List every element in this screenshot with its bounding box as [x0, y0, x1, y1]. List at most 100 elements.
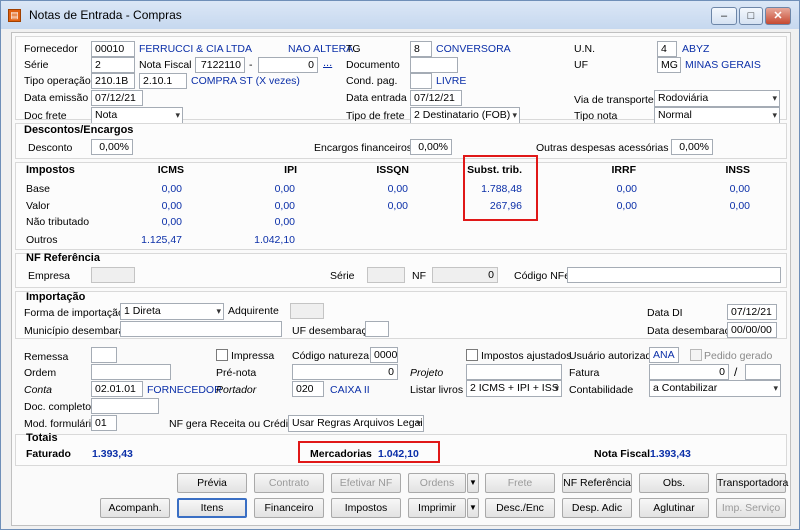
contabilidade-select[interactable]: a Contabilizar ▾: [649, 380, 781, 397]
efetivar-nf-button[interactable]: Efetivar NF: [331, 473, 401, 493]
nf-ref-serie-field[interactable]: [367, 267, 405, 283]
un-code-field[interactable]: 4: [657, 41, 677, 57]
valor-issqn: 0,00: [387, 200, 408, 212]
nf-referencia-button[interactable]: NF Referência: [562, 473, 632, 493]
row-label-valor: Valor: [26, 200, 50, 212]
contrato-button[interactable]: Contrato: [254, 473, 324, 493]
previa-button[interactable]: Prévia: [177, 473, 247, 493]
nf-ref-nf-field[interactable]: 0: [432, 267, 498, 283]
data-di-field[interactable]: 07/12/21: [727, 304, 777, 320]
codigo-natureza-field[interactable]: 0000: [370, 347, 398, 363]
contabilidade-value: a Contabilizar: [653, 382, 718, 394]
nf-referencia-title: NF Referência: [26, 252, 100, 264]
desp-adic-button[interactable]: Desp. Adic: [562, 498, 632, 518]
codigo-nfe-field[interactable]: [567, 267, 781, 283]
pre-nota-field[interactable]: 0: [292, 364, 398, 380]
impressa-checkbox[interactable]: [216, 349, 228, 361]
imprimir-button[interactable]: Imprimir: [408, 498, 466, 518]
portador-field[interactable]: 020: [292, 381, 324, 397]
nf-gera-select[interactable]: Usar Regras Arquivos Legais ▾: [288, 415, 424, 432]
impostos-button[interactable]: Impostos: [331, 498, 401, 518]
ordem-field[interactable]: [91, 364, 171, 380]
frete-button[interactable]: Frete: [485, 473, 555, 493]
documento-field[interactable]: [410, 57, 458, 73]
ordens-button[interactable]: Ordens: [408, 473, 466, 493]
window-title: Notas de Entrada - Compras: [29, 8, 182, 22]
projeto-field[interactable]: [466, 364, 562, 380]
imprimir-dropdown-button[interactable]: ▼: [467, 498, 479, 518]
desconto-field[interactable]: 0,00%: [91, 139, 133, 155]
outras-despesas-field[interactable]: 0,00%: [671, 139, 713, 155]
col-ipi: IPI: [284, 164, 297, 176]
mod-formulario-label: Mod. formulário: [24, 418, 97, 430]
tipo-operacao-field-1[interactable]: 210.1B: [91, 73, 135, 89]
codigo-nfe-label: Código NFe: [514, 270, 571, 282]
data-emissao-field[interactable]: 07/12/21: [91, 90, 143, 106]
uf-desembaraco-field[interactable]: [365, 321, 389, 337]
tg-code-field[interactable]: 8: [410, 41, 432, 57]
encargos-field[interactable]: 0,00%: [410, 139, 452, 155]
imp-servico-button[interactable]: Imp. Serviço: [716, 498, 786, 518]
chevron-down-icon: ▾: [416, 418, 421, 428]
pedido-gerado-checkbox[interactable]: [690, 349, 702, 361]
listar-livros-select[interactable]: 2 ICMS + IPI + ISS ▾: [466, 380, 562, 397]
itens-button[interactable]: Itens: [177, 498, 247, 518]
tipo-operacao-field-2[interactable]: 2.10.1: [139, 73, 187, 89]
forma-importacao-select[interactable]: 1 Direta ▾: [120, 303, 224, 320]
conta-field[interactable]: 02.01.01: [91, 381, 143, 397]
pedido-gerado-label: Pedido gerado: [704, 350, 773, 362]
adquirente-field[interactable]: [290, 303, 324, 319]
aglutinar-button[interactable]: Aglutinar: [639, 498, 709, 518]
fatura-separator: /: [734, 365, 738, 379]
ordens-dropdown-button[interactable]: ▼: [467, 473, 479, 493]
col-inss: INSS: [725, 164, 750, 176]
valor-icms: 0,00: [161, 200, 182, 212]
nota-fiscal-field[interactable]: 7122110: [195, 57, 245, 73]
title-bar[interactable]: ▤ Notas de Entrada - Compras – □ ✕: [1, 1, 799, 29]
financeiro-button[interactable]: Financeiro: [254, 498, 324, 518]
acompanhamento-button[interactable]: Acompanh.: [100, 498, 170, 518]
tipo-frete-value: 2 Destinatario (FOB): [414, 109, 511, 121]
tipo-operacao-label: Tipo operação: [24, 75, 91, 87]
nota-lookup-link[interactable]: ...: [323, 57, 332, 69]
empresa-field[interactable]: [91, 267, 135, 283]
maximize-button[interactable]: □: [739, 7, 763, 25]
data-desembaraco-field[interactable]: 00/00/00: [727, 322, 777, 338]
documento-label: Documento: [346, 59, 400, 71]
projeto-label: Projeto: [410, 367, 444, 379]
via-transporte-select[interactable]: Rodoviária ▾: [654, 90, 780, 107]
data-entrada-field[interactable]: 07/12/21: [410, 90, 462, 106]
nota-suffix-field[interactable]: 0: [258, 57, 318, 73]
minimize-button[interactable]: –: [711, 7, 737, 25]
serie-field[interactable]: 2: [91, 57, 135, 73]
codigo-natureza-label: Código natureza: [292, 350, 370, 362]
mod-formulario-field[interactable]: 01: [91, 415, 117, 431]
desc-enc-button[interactable]: Desc./Enc: [485, 498, 555, 518]
municipio-field[interactable]: [120, 321, 282, 337]
transportadora-button[interactable]: Transportadora: [716, 473, 788, 493]
close-button[interactable]: ✕: [765, 7, 791, 25]
doc-frete-label: Doc frete: [24, 110, 67, 122]
fatura-field-2[interactable]: [745, 364, 781, 380]
tipo-nota-select[interactable]: Normal ▾: [654, 107, 780, 124]
remessa-label: Remessa: [24, 351, 69, 363]
obs-button[interactable]: Obs.: [639, 473, 709, 493]
tipo-frete-select[interactable]: 2 Destinatario (FOB) ▾: [410, 107, 520, 124]
pre-nota-label: Pré-nota: [216, 367, 257, 379]
nota-fiscal-total-label: Nota Fiscal: [594, 448, 651, 460]
doc-frete-select[interactable]: Nota ▾: [91, 107, 183, 124]
cond-pag-field[interactable]: [410, 73, 432, 89]
uf-code-field[interactable]: MG: [657, 57, 681, 73]
faturado-label: Faturado: [26, 448, 71, 460]
municipio-label: Município desembaraço: [24, 325, 136, 337]
col-icms: ICMS: [157, 164, 184, 176]
fatura-field[interactable]: 0: [649, 364, 729, 380]
conta-desc: FORNECEDOR: [147, 384, 222, 396]
valor-irrf: 0,00: [616, 200, 637, 212]
fornecedor-code-field[interactable]: 00010: [91, 41, 135, 57]
doc-completo-field[interactable]: [91, 398, 159, 414]
listar-livros-label: Listar livros: [410, 384, 464, 396]
usuario-autorizado-field[interactable]: ANA: [649, 347, 679, 363]
impostos-ajustados-checkbox[interactable]: [466, 349, 478, 361]
remessa-field[interactable]: [91, 347, 117, 363]
